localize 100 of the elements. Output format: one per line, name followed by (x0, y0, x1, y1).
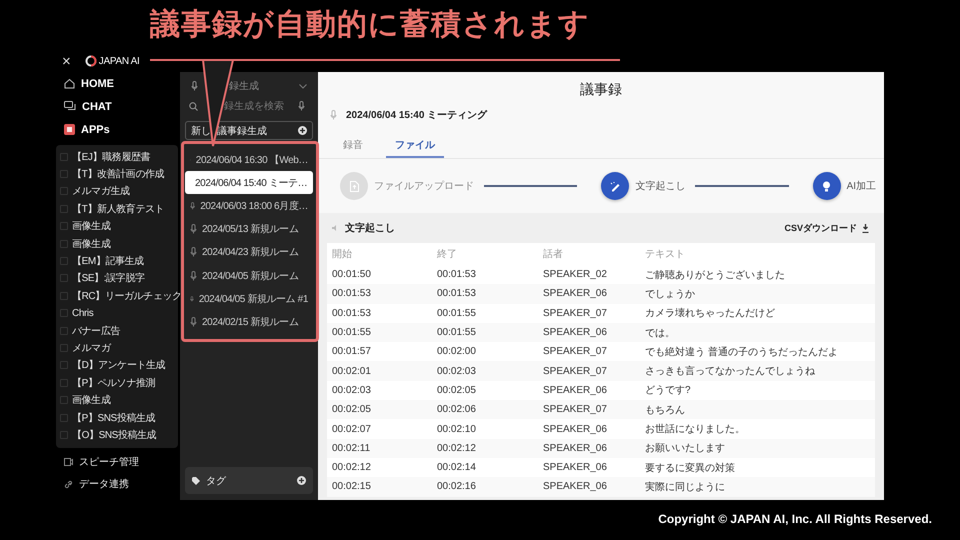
nav-item[interactable]: データ連携 (79, 477, 129, 491)
table-cell: 00:01:55 (327, 322, 432, 342)
table-cell: SPEAKER_06 (538, 438, 640, 458)
app-item[interactable]: 【T】改善計画の作成 (72, 167, 164, 182)
section-title: 文字起こし (345, 221, 396, 235)
nav-item[interactable]: CHAT (82, 100, 112, 112)
slide-heading: 議事録が自動的に蓄積されます (150, 7, 590, 43)
table-cell: SPEAKER_06 (538, 477, 640, 497)
app-item[interactable]: バナー広告 (72, 324, 120, 338)
table-cell: 00:02:12 (327, 458, 432, 478)
record-item[interactable]: 2024/04/23 新規ルーム (185, 240, 313, 264)
step-label: AI加工 (846, 180, 876, 193)
record-item[interactable]: 2024/06/03 18:00 6月度… (185, 194, 313, 218)
app-icon (60, 204, 68, 213)
app-item[interactable]: 【D】アンケート生成 (72, 358, 166, 372)
column-header: テキスト (640, 243, 875, 265)
microphone-icon (298, 101, 305, 111)
microphone-icon (191, 81, 198, 91)
app-item[interactable]: メルマガ生成 (72, 184, 130, 198)
table-cell: 00:02:16 (432, 477, 538, 497)
record-item[interactable]: 2024/02/15 新規ルーム (185, 310, 313, 334)
app-icon (60, 152, 68, 161)
app-item[interactable]: 【RC】リーガルチェック (72, 288, 182, 303)
app-item[interactable]: 画像生成 (72, 219, 110, 234)
chat-icon (64, 101, 76, 112)
table-cell: SPEAKER_07 (538, 342, 640, 362)
table-cell: 00:02:03 (327, 380, 432, 400)
microphone-icon (190, 270, 197, 281)
record-item[interactable]: 2024/04/05 新規ルーム (185, 264, 313, 288)
table-cell: 00:01:53 (327, 284, 432, 304)
table-cell: SPEAKER_06 (538, 284, 640, 304)
record-item[interactable]: 2024/06/04 15:40 ミーテ… (185, 171, 313, 194)
record-item[interactable]: 2024/05/13 新規ルーム (185, 218, 313, 241)
app-item[interactable]: 【SE】:誤字脱字 (72, 271, 145, 286)
home-icon (64, 78, 75, 89)
table-cell: もちろん (640, 400, 875, 420)
nav-item[interactable]: APPs (81, 124, 110, 136)
microphone-icon (330, 110, 337, 120)
table-cell: 00:02:07 (327, 419, 432, 439)
close-button[interactable]: × (62, 52, 71, 70)
app-item[interactable]: Chris (72, 308, 94, 319)
app-icon (60, 240, 68, 248)
table-cell: SPEAKER_07 (538, 304, 640, 323)
table-cell: 00:02:05 (327, 400, 432, 420)
table-cell: SPEAKER_07 (538, 361, 640, 381)
table-cell: SPEAKER_06 (538, 380, 640, 400)
column-header: 開始 (327, 243, 432, 265)
chevron-down-icon[interactable] (299, 84, 307, 88)
nav-item[interactable]: HOME (81, 78, 114, 90)
copyright-text: Copyright © JAPAN AI, Inc. All Rights Reserved. (658, 512, 932, 526)
step-label: 文字起こし (635, 180, 686, 193)
page-title: 議事録 (580, 81, 622, 99)
table-cell: 要するに変異の対策 (640, 458, 875, 478)
app-item[interactable]: 【T】新人教育テスト (72, 202, 164, 216)
tab[interactable]: ファイル (386, 133, 444, 158)
table-cell: カメラ壊れちゃったんだけど (640, 304, 875, 323)
plus-icon (298, 126, 307, 135)
app-item[interactable]: 【EJ】職務履歴書 (72, 150, 150, 164)
search-icon (189, 102, 198, 110)
table-cell: でしょうか (640, 284, 875, 304)
table-cell: 00:01:53 (432, 265, 538, 284)
apps-icon (64, 124, 75, 135)
table-cell: ご静聴ありがとうございました (640, 265, 875, 284)
app-item[interactable]: 画像生成 (72, 236, 110, 251)
table-cell: 00:02:00 (432, 342, 538, 362)
table-cell: お世話になりました。 (640, 419, 875, 439)
table-cell: でも絶対違う 普通の子のうちだったんだよ (640, 342, 875, 362)
app-item[interactable]: メルマガ (72, 340, 110, 355)
app-icon (60, 396, 68, 404)
table-cell: 00:02:10 (432, 419, 538, 439)
app-icon (60, 309, 68, 318)
table-cell: さっきも言ってなかったんでしょうね (640, 361, 875, 381)
search-field[interactable]: 録生成を検索 (224, 100, 294, 112)
table-cell: 00:02:06 (432, 400, 538, 420)
app-icon (60, 361, 68, 370)
table-cell: 00:02:14 (432, 458, 538, 478)
sound-icon (331, 224, 339, 232)
nav-item[interactable]: スピーチ管理 (79, 455, 139, 469)
table-cell: SPEAKER_02 (538, 265, 640, 284)
table-cell: SPEAKER_06 (538, 419, 640, 439)
table-cell: 00:02:11 (327, 438, 432, 458)
app-icon (60, 222, 68, 230)
table-cell: 00:01:57 (327, 342, 432, 362)
logo-icon (84, 55, 97, 67)
app-item[interactable]: 【O】SNS投稿生成 (72, 428, 156, 442)
app-dropdown[interactable]: 録生成 (229, 79, 293, 93)
bulb-icon (822, 180, 832, 192)
app-item[interactable]: 【P】ペルソナ推測 (72, 376, 156, 390)
record-item[interactable]: 2024/06/04 16:30 【Web… (185, 148, 313, 172)
download-icon[interactable] (862, 224, 869, 232)
step-label: ファイルアップロード (374, 180, 474, 193)
app-item[interactable]: 画像生成 (72, 393, 110, 408)
speech-icon (64, 458, 73, 466)
csv-download-button[interactable]: CSVダウンロード (784, 222, 857, 234)
app-item[interactable]: 【EM】記事生成 (72, 254, 144, 268)
column-header: 終了 (432, 243, 538, 265)
app-item[interactable]: 【P】SNS投稿生成 (72, 410, 156, 425)
table-cell: 00:02:15 (327, 477, 432, 497)
record-item[interactable]: 2024/04/05 新規ルーム #1 (185, 287, 313, 310)
table-cell: では。 (640, 322, 875, 342)
